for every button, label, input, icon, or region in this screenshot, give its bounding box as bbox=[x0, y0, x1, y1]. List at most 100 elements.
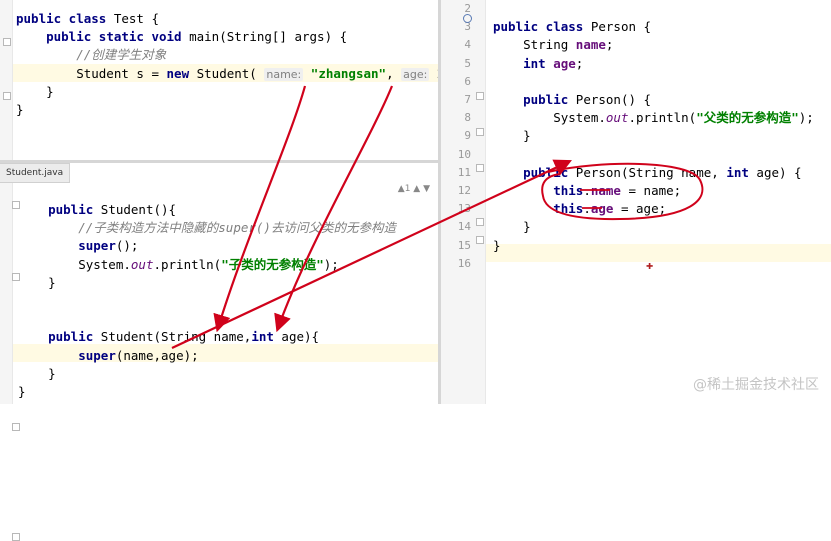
editor-pane-test[interactable]: public class Test { public static void m… bbox=[0, 0, 438, 160]
code-token: name bbox=[575, 37, 606, 53]
fold-toggle-icon[interactable] bbox=[476, 128, 484, 136]
crosshair-cursor-icon: ✚ bbox=[646, 258, 654, 272]
fold-toggle-icon[interactable] bbox=[3, 38, 11, 46]
fold-toggle-icon[interactable] bbox=[476, 92, 484, 100]
line-number: 8 bbox=[464, 111, 471, 125]
code-line[interactable]: //创建学生对象 bbox=[16, 46, 166, 64]
code-line[interactable]: this.age = age; bbox=[493, 200, 666, 218]
code-line[interactable]: } bbox=[16, 101, 24, 119]
code-line[interactable]: } bbox=[18, 383, 26, 401]
tab-student-java[interactable]: Student.java bbox=[0, 163, 71, 183]
fold-toggle-icon[interactable] bbox=[3, 92, 11, 100]
line-number: 16 bbox=[457, 256, 471, 270]
class-gutter-icon[interactable] bbox=[463, 14, 472, 23]
code-token: age){ bbox=[281, 329, 320, 345]
code-token: age bbox=[553, 55, 576, 71]
code-token: . bbox=[583, 201, 591, 217]
code-line[interactable]: public Person() { bbox=[493, 91, 651, 109]
code-line[interactable]: } bbox=[493, 218, 531, 236]
code-token: age) { bbox=[756, 164, 802, 180]
editor-pane-person[interactable]: 2 3 4 5 6 7 8 9 10 11 12 13 14 15 16 public class Pers… bbox=[441, 0, 831, 404]
code-line[interactable]: public static void main(String[] args) { bbox=[16, 28, 347, 46]
code-token: ; bbox=[605, 37, 614, 53]
code-token: "zhangsan" bbox=[310, 65, 387, 81]
code-line[interactable]: System.out.println("父类的无参构造"); bbox=[493, 109, 814, 127]
code-line[interactable]: public class Person { bbox=[493, 18, 651, 36]
line-number: 10 bbox=[457, 147, 471, 161]
fold-toggle-icon[interactable] bbox=[12, 533, 20, 541]
code-token: Student(String name, bbox=[100, 329, 252, 345]
code-token: public bbox=[48, 329, 101, 345]
code-token: age: bbox=[401, 67, 430, 81]
gutter bbox=[0, 0, 13, 160]
code-token: int bbox=[251, 329, 282, 345]
code-token: int bbox=[726, 164, 757, 180]
code-token: "子类的无参构造" bbox=[221, 256, 324, 272]
fold-toggle-icon[interactable] bbox=[12, 273, 20, 281]
watermark: @稀土掘金技术社区 bbox=[693, 377, 819, 393]
fold-toggle-icon[interactable] bbox=[12, 423, 20, 431]
code-token: public bbox=[48, 202, 101, 217]
code-token: //子类构造方法中隐藏的super()去访问父类的无参构造 bbox=[78, 220, 396, 236]
code-token: this bbox=[553, 183, 584, 198]
code-token: public class bbox=[16, 11, 114, 26]
code-line[interactable]: } bbox=[18, 274, 56, 292]
code-token: } bbox=[18, 365, 56, 381]
code-token: Test { bbox=[113, 11, 159, 26]
code-line[interactable]: String name; bbox=[493, 36, 613, 54]
code-line[interactable]: public class Test { bbox=[16, 10, 159, 28]
code-token: public bbox=[523, 164, 576, 180]
code-token: new bbox=[166, 65, 197, 81]
code-line[interactable]: System.out.println("子类的无参构造"); bbox=[18, 256, 339, 274]
code-token: .println( bbox=[153, 256, 222, 272]
line-number: 7 bbox=[464, 93, 471, 106]
code-line[interactable]: Student s = new Student( name: "zhangsan… bbox=[16, 65, 438, 83]
fold-toggle-icon[interactable] bbox=[476, 164, 484, 172]
code-line[interactable]: public Student(String name,int age){ bbox=[18, 328, 319, 346]
fold-toggle-icon[interactable] bbox=[12, 201, 20, 209]
code-line[interactable]: public Person(String name, int age) { bbox=[493, 164, 802, 182]
code-token: out bbox=[605, 110, 629, 126]
code-token: } bbox=[18, 274, 56, 290]
code-line[interactable]: super(name,age); bbox=[18, 347, 198, 365]
code-token: (); bbox=[115, 238, 139, 254]
line-number: 14 bbox=[457, 220, 471, 234]
line-number: 6 bbox=[464, 74, 471, 88]
code-token: int bbox=[523, 55, 554, 71]
code-token: age bbox=[590, 201, 614, 217]
code-token: = name; bbox=[620, 183, 682, 198]
code-token: //创建学生对象 bbox=[76, 47, 167, 63]
code-token: } bbox=[18, 384, 26, 399]
fold-toggle-icon[interactable] bbox=[476, 218, 484, 226]
line-number: 4 bbox=[464, 38, 471, 52]
code-line[interactable]: } bbox=[493, 237, 501, 255]
editor-pane-student[interactable]: public Student(){ //子类构造方法中隐藏的super()去访问… bbox=[0, 163, 438, 404]
warning-indicator[interactable]: ▲1 ▲ ▼ bbox=[398, 184, 430, 194]
code-token: } bbox=[493, 219, 531, 235]
code-line[interactable]: super(); bbox=[18, 237, 138, 255]
code-line[interactable]: } bbox=[16, 83, 54, 101]
code-line[interactable]: int age; bbox=[493, 55, 583, 73]
code-token: } bbox=[16, 83, 54, 99]
code-line[interactable]: public Student(){ bbox=[18, 201, 176, 219]
line-number: 11 bbox=[457, 165, 471, 179]
current-line-highlight bbox=[486, 244, 831, 262]
code-line[interactable]: //子类构造方法中隐藏的super()去访问父类的无参构造 bbox=[18, 219, 396, 237]
fold-toggle-icon[interactable] bbox=[476, 236, 484, 244]
code-token: } bbox=[16, 102, 24, 117]
code-line[interactable]: this.name = name; bbox=[493, 182, 681, 200]
code-token: ; bbox=[575, 55, 584, 71]
code-token: } bbox=[493, 128, 531, 144]
code-token: . bbox=[583, 183, 591, 198]
code-line[interactable]: } bbox=[493, 127, 531, 145]
code-line[interactable]: } bbox=[18, 365, 56, 383]
